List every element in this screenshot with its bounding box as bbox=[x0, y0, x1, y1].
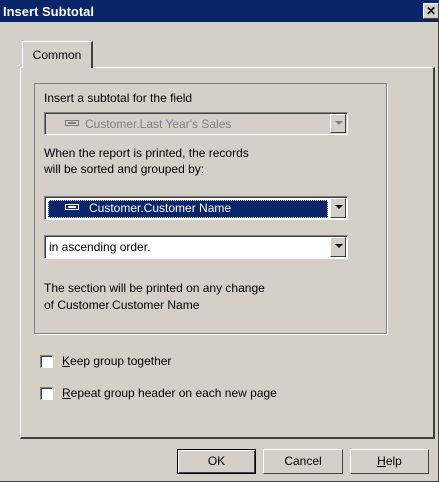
insert-subtotal-dialog: Insert Subtotal ✕ Common Insert a subtot… bbox=[0, 0, 439, 482]
tab-panel bbox=[20, 67, 435, 439]
dialog-title: Insert Subtotal bbox=[3, 4, 95, 19]
tab-common[interactable]: Common bbox=[22, 41, 93, 68]
close-icon: ✕ bbox=[425, 4, 437, 18]
ok-button[interactable]: OK bbox=[177, 449, 256, 474]
title-bar[interactable]: Insert Subtotal ✕ bbox=[0, 0, 439, 22]
close-button[interactable]: ✕ bbox=[423, 3, 439, 19]
cancel-button[interactable]: Cancel bbox=[263, 449, 343, 474]
tab-common-label: Common bbox=[32, 48, 82, 62]
help-button[interactable]: Help bbox=[350, 449, 429, 474]
